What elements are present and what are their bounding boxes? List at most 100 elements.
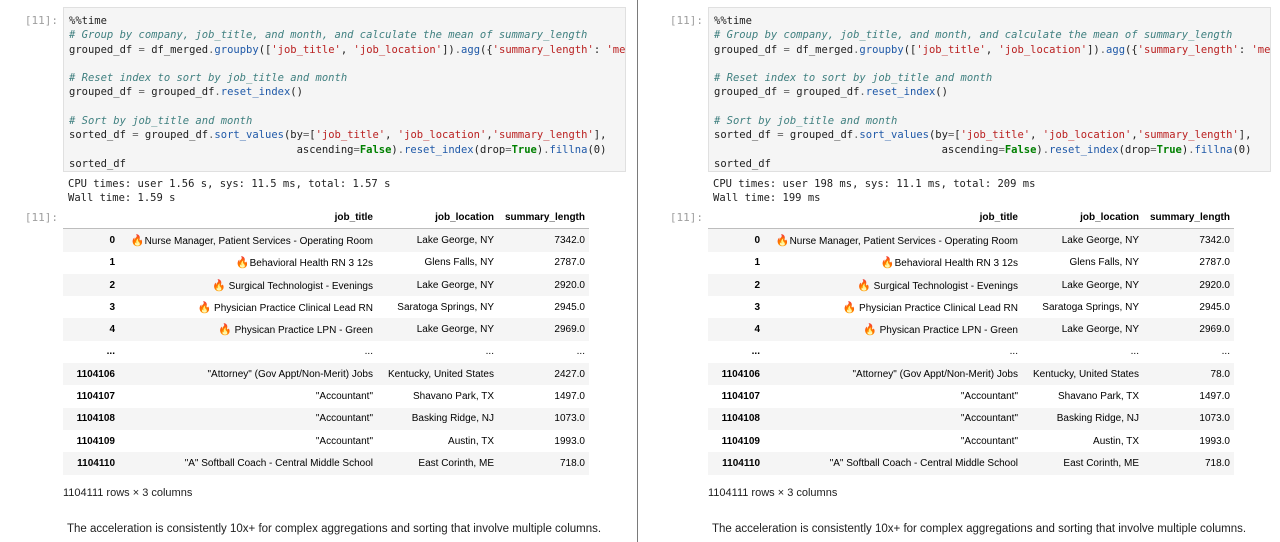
job-title-text: "Attorney" (Gov Appt/Non-Merit) Jobs xyxy=(852,368,1019,380)
table-row: 4 🔥 Physican Practice LPN - Green Lake Geo… xyxy=(708,318,1234,341)
job-title-text: Nurse Manager, Patient Services - Operat… xyxy=(144,235,373,247)
code-token: 'mean xyxy=(1251,43,1271,56)
row-index: 2 xyxy=(754,279,760,291)
cell-job-title: 🔥Nurse Manager, Patient Services - Opera… xyxy=(764,229,1022,252)
row-index: 1104107 xyxy=(76,391,115,403)
row-index: 1104106 xyxy=(721,368,760,380)
code-line: # Sort by job_title and month xyxy=(714,114,1270,128)
code-token: 'job_title' xyxy=(916,43,986,56)
code-token: sorted_df xyxy=(714,129,778,142)
code-token: grouped_df xyxy=(789,86,860,99)
job-title-text: "Accountant" xyxy=(960,413,1018,425)
row-index: 0 xyxy=(109,234,115,246)
code-token: grouped_df xyxy=(714,86,784,99)
code-line: # Reset index to sort by job_title and m… xyxy=(714,71,1270,85)
row-index: 3 xyxy=(754,301,760,313)
code-token: ascending xyxy=(69,143,354,156)
cell-job-location: Glens Falls, NY xyxy=(424,257,494,269)
stdout-line: Wall time: 199 ms xyxy=(713,191,821,204)
table-row: 2 🔥 Surgical Technologist - Evenings Lake … xyxy=(708,273,1234,297)
cell-job-title: "Accountant" xyxy=(119,385,377,407)
code-token: (drop xyxy=(1118,143,1151,156)
cell-summary-length: 2787.0 xyxy=(554,257,585,269)
cell-summary-length: 78.0 xyxy=(1210,368,1230,380)
code-token: True xyxy=(511,143,537,156)
stdout-line: Wall time: 1.59 s xyxy=(68,191,176,204)
code-token: 'job_title' xyxy=(960,129,1031,142)
fire-icon: 🔥 xyxy=(212,279,226,292)
code-line: grouped_df = grouped_df.reset_index() xyxy=(714,85,1270,99)
code-editor[interactable]: %%time # Group by company, job_title, and… xyxy=(63,7,626,172)
code-line: grouped_df = df_merged.groupby(['job_tit… xyxy=(69,43,625,57)
cell-summary-length: 2945.0 xyxy=(1199,301,1230,313)
cell-job-title: ... xyxy=(119,341,377,363)
code-line: sorted_df = grouped_df.sort_values(by=['… xyxy=(714,128,1270,142)
cell-job-title: "Accountant" xyxy=(764,385,1022,407)
fire-icon: 🔥 xyxy=(857,279,871,292)
job-title-text: Surgical Technologist - Evenings xyxy=(870,280,1018,292)
job-title-text: Nurse Manager, Patient Services - Operat… xyxy=(789,235,1018,247)
code-editor[interactable]: %%time # Group by company, job_title, and… xyxy=(708,7,1271,172)
code-token: sorted_df xyxy=(69,157,126,170)
cell-job-title: 🔥 Physician Practice Clinical Lead RN xyxy=(764,296,1022,318)
cell-job-location: Glens Falls, NY xyxy=(1069,257,1139,269)
table-row: 1104107 "Accountant" Shavano Park, TX 1497.… xyxy=(63,385,589,407)
row-index: 1104106 xyxy=(76,368,115,380)
table-row: 1104107 "Accountant" Shavano Park, TX 1497.… xyxy=(708,385,1234,407)
code-token: 'summary_length' xyxy=(492,43,594,56)
output-prompt: [11]: xyxy=(669,211,703,224)
table-row: 1104106 "Attorney" (Gov Appt/Non-Merit) J… xyxy=(63,363,589,386)
code-token: (0) xyxy=(1232,143,1252,156)
cell-summary-length: 7342.0 xyxy=(1199,234,1230,246)
fire-icon: 🔥 xyxy=(218,324,232,337)
cell-job-location: Kentucky, United States xyxy=(388,368,494,380)
code-line: %%time xyxy=(69,14,625,28)
code-token: : xyxy=(593,43,607,56)
row-index: 4 xyxy=(754,324,760,336)
cell-job-location: Shavano Park, TX xyxy=(413,391,494,403)
cell-job-location: Lake George, NY xyxy=(416,324,494,336)
code-token: # Reset index to sort by job_title and m… xyxy=(69,72,348,85)
code-line: ascending=False).reset_index(drop=True).… xyxy=(714,143,1270,157)
fire-icon: 🔥 xyxy=(197,301,212,314)
code-token: grouped_df xyxy=(144,86,215,99)
fire-icon: 🔥 xyxy=(235,257,250,270)
code-line: sorted_df xyxy=(714,157,1270,171)
cell-job-title: "A" Softball Coach - Central Middle Scho… xyxy=(764,452,1022,474)
code-token: agg xyxy=(1106,43,1126,56)
code-token: # Sort by job_title and month xyxy=(69,115,253,128)
code-token: grouped_df xyxy=(783,129,854,142)
table-row: 1104108 "Accountant" Basking Ridge, NJ 1073… xyxy=(708,407,1234,430)
code-token: # Group by company, job_title, and month… xyxy=(69,29,588,42)
code-token: fillna xyxy=(549,143,588,156)
code-line: sorted_df xyxy=(69,157,625,171)
job-title-text: "Accountant" xyxy=(315,391,373,403)
cell-job-title: 🔥Behavioral Health RN 3 12s xyxy=(764,252,1022,274)
code-line: # Group by company, job_title, and month… xyxy=(714,28,1270,42)
row-index: 1 xyxy=(109,257,115,269)
column-header: job_title xyxy=(119,206,377,230)
row-index: 1104110 xyxy=(722,457,760,469)
job-title-text: "A" Softball Coach - Central Middle Scho… xyxy=(829,457,1018,469)
cell-job-title: 🔥 Physican Practice LPN - Green xyxy=(119,318,377,340)
stdout-line: CPU times: user 1.56 s, sys: 11.5 ms, to… xyxy=(68,178,391,190)
table-row: 4 🔥 Physican Practice LPN - Green Lake Geo… xyxy=(63,318,589,341)
cell-job-location: Lake George, NY xyxy=(416,279,494,291)
code-line: # Sort by job_title and month xyxy=(69,114,625,128)
code-token: , xyxy=(385,129,398,142)
job-title-text: Behavioral Health RN 3 12s xyxy=(249,258,373,270)
code-line: grouped_df = df_merged.groupby(['job_tit… xyxy=(714,43,1270,57)
table-row: ............ xyxy=(63,341,589,363)
cell-summary-length: 2920.0 xyxy=(554,279,585,291)
input-prompt: [11]: xyxy=(24,14,58,27)
code-token: # Reset index to sort by job_title and m… xyxy=(714,72,993,85)
job-title-text: Physican Practice LPN - Green xyxy=(231,325,373,337)
code-token: sort_values xyxy=(859,129,929,142)
code-token: ]) xyxy=(442,43,455,56)
job-title-text: "Accountant" xyxy=(960,435,1018,447)
code-token: sorted_df xyxy=(69,129,133,142)
code-token: (0) xyxy=(587,143,607,156)
code-token: agg xyxy=(461,43,481,56)
notebook-cell-right: [11]: %%time # Group by company, job_title… xyxy=(655,0,1275,542)
